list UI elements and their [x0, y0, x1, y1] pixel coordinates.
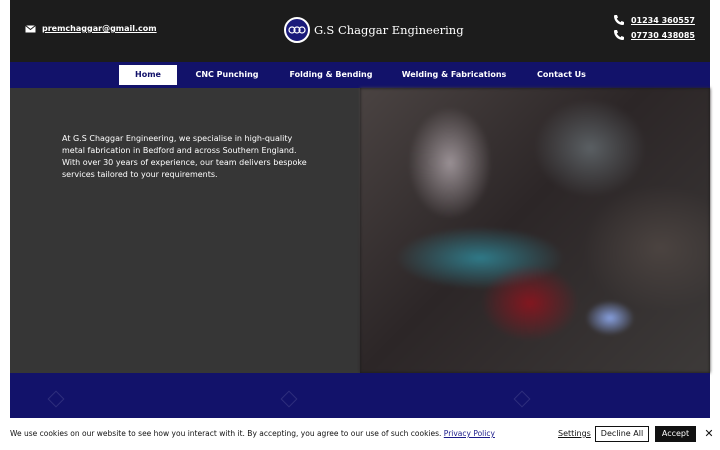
- diamond-icon: [280, 390, 298, 408]
- main-nav: Home CNC Punching Folding & Bending Weld…: [10, 62, 710, 88]
- hero-text-panel: [10, 88, 360, 373]
- email-contact[interactable]: premchaggar@gmail.com: [25, 24, 157, 33]
- page: premchaggar@gmail.com G.S Chaggar Engine…: [10, 0, 710, 450]
- hero-description: At G.S Chaggar Engineering, we specialis…: [62, 134, 307, 179]
- cookie-settings-button[interactable]: Settings: [558, 429, 591, 438]
- nav-item-welding-fabrications[interactable]: Welding & Fabrications: [399, 65, 509, 85]
- decline-all-button[interactable]: Decline All: [595, 426, 649, 442]
- phone-icon: [613, 26, 625, 45]
- email-link[interactable]: premchaggar@gmail.com: [42, 24, 157, 33]
- site-header: premchaggar@gmail.com G.S Chaggar Engine…: [10, 0, 710, 62]
- site-logo[interactable]: G.S Chaggar Engineering: [284, 17, 464, 43]
- hero-welding-image: [360, 88, 710, 373]
- logo-emblem-icon: [284, 17, 310, 43]
- nav-item-cnc-punching[interactable]: CNC Punching: [192, 65, 262, 85]
- nav-item-contact-us[interactable]: Contact Us: [533, 65, 590, 85]
- cookie-text: We use cookies on our website to see how…: [10, 429, 442, 438]
- phone-contact[interactable]: 07730 438085: [613, 28, 695, 43]
- accept-button[interactable]: Accept: [655, 426, 696, 442]
- phone-contact[interactable]: 01234 360557: [613, 13, 695, 28]
- envelope-icon: [25, 24, 36, 33]
- nav-item-home[interactable]: Home: [119, 65, 177, 85]
- phone-link[interactable]: 01234 360557: [631, 16, 695, 25]
- cookie-banner: We use cookies on our website to see how…: [0, 418, 720, 450]
- logo-text: G.S Chaggar Engineering: [314, 23, 464, 37]
- phone-link[interactable]: 07730 438085: [631, 31, 695, 40]
- diamond-icon: [513, 390, 531, 408]
- cookie-message: We use cookies on our website to see how…: [10, 429, 495, 438]
- nav-item-folding-bending[interactable]: Folding & Bending: [286, 65, 376, 85]
- close-icon[interactable]: ✕: [703, 426, 715, 442]
- privacy-policy-link[interactable]: Privacy Policy: [444, 429, 495, 438]
- diamond-icon: [47, 390, 65, 408]
- phone-contacts: 01234 360557 07730 438085: [613, 13, 695, 43]
